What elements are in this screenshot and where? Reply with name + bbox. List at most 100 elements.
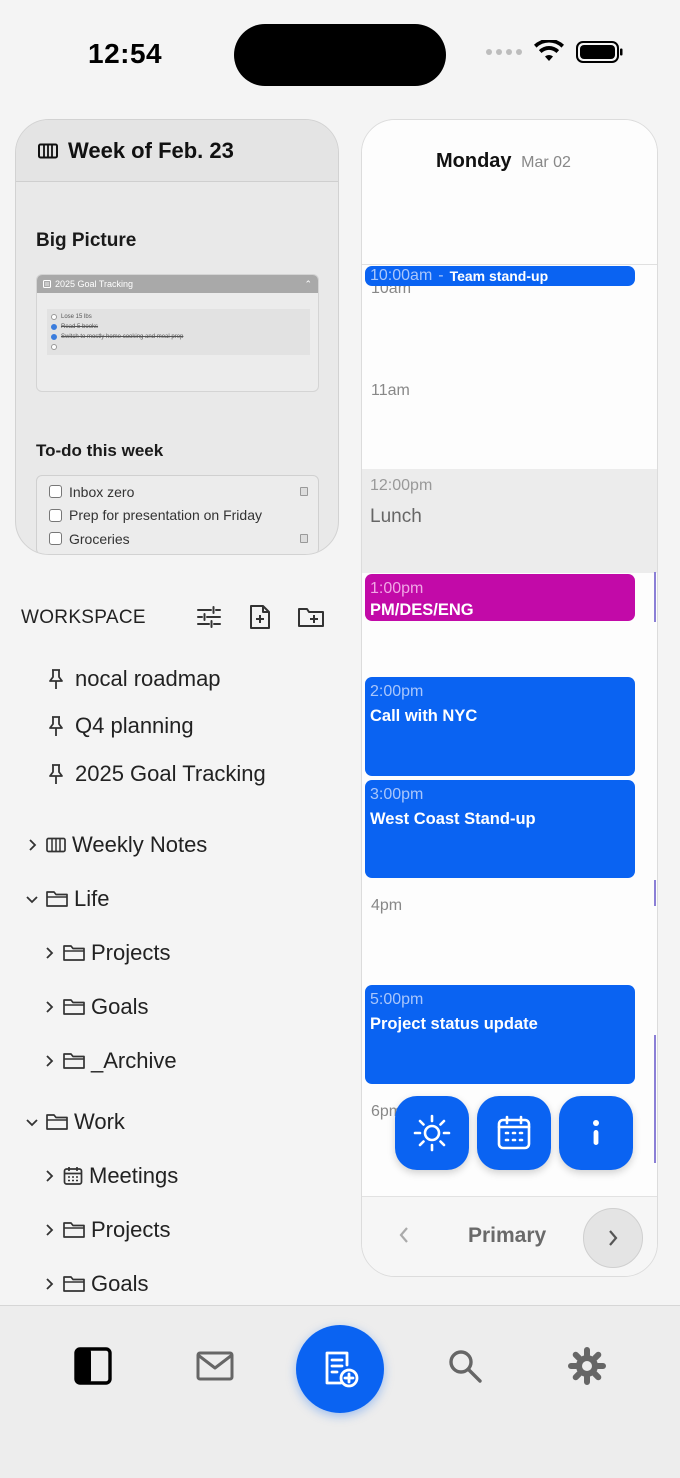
event-time: 1:00pm bbox=[370, 580, 424, 597]
tree-item-label: Weekly Notes bbox=[72, 832, 208, 857]
calendar-view-button[interactable] bbox=[477, 1096, 551, 1170]
tree-item-work-projects[interactable]: Projects bbox=[41, 1217, 170, 1243]
todo-item[interactable]: Prep for presentation on Friday bbox=[37, 504, 318, 528]
more-button[interactable] bbox=[559, 1096, 633, 1170]
tree-item-life-archive[interactable]: _Archive bbox=[41, 1048, 177, 1074]
event-title: Team stand-up bbox=[449, 268, 549, 284]
new-note-icon bbox=[325, 1351, 359, 1388]
overlap-indicator bbox=[654, 1035, 656, 1163]
next-calendar-button[interactable] bbox=[583, 1208, 643, 1268]
event-title: PM/DES/ENG bbox=[370, 601, 474, 619]
tree-item-label: Meetings bbox=[89, 1163, 179, 1188]
event-team-standup[interactable]: 10:00am - Team stand-up bbox=[365, 266, 635, 286]
checkbox[interactable] bbox=[51, 344, 57, 350]
tree-item-label: Projects bbox=[91, 1217, 171, 1242]
chevron-right-icon[interactable] bbox=[41, 945, 57, 961]
weekly-note-card[interactable]: Week of Feb. 23 Big Picture 2025 Goal Tr… bbox=[15, 119, 339, 555]
todo-item[interactable]: Groceries bbox=[37, 527, 318, 551]
pinned-item[interactable]: Q4 planning bbox=[47, 713, 194, 739]
list-item[interactable]: Switch to mostly home cooking and meal p… bbox=[51, 332, 306, 342]
columns-icon bbox=[46, 837, 66, 853]
checkbox[interactable] bbox=[49, 532, 62, 546]
tree-item-life-projects[interactable]: Projects bbox=[41, 940, 170, 966]
tab-settings[interactable] bbox=[567, 1346, 607, 1386]
tree-item-life[interactable]: Life bbox=[24, 886, 109, 912]
pinned-item-label: 2025 Goal Tracking bbox=[75, 761, 266, 786]
new-file-icon[interactable] bbox=[247, 603, 273, 631]
chevron-down-icon[interactable] bbox=[24, 891, 40, 907]
folder-icon bbox=[63, 1276, 85, 1292]
event-time: 2:00pm bbox=[370, 683, 424, 700]
chevron-right-icon[interactable] bbox=[41, 1053, 57, 1069]
overlap-indicator bbox=[654, 880, 656, 906]
event-pm-des-eng[interactable]: 1:00pm PM/DES/ENG bbox=[365, 574, 635, 621]
calendar-actions bbox=[395, 1096, 633, 1170]
tree-item-work[interactable]: Work bbox=[24, 1109, 125, 1135]
hour-label: 4pm bbox=[371, 897, 403, 914]
calendar-icon bbox=[497, 1115, 531, 1150]
tree-item-life-goals[interactable]: Goals bbox=[41, 994, 148, 1020]
pin-icon bbox=[49, 669, 63, 689]
chevron-up-icon[interactable]: ⌃ bbox=[304, 279, 312, 290]
tree-item-label: _Archive bbox=[91, 1048, 177, 1073]
filter-icon[interactable] bbox=[196, 603, 222, 631]
event-west-coast-standup[interactable]: 3:00pm West Coast Stand-up bbox=[365, 780, 635, 878]
workspace-actions bbox=[196, 603, 324, 631]
pin-icon bbox=[49, 716, 63, 736]
tree-item-weekly-notes[interactable]: Weekly Notes bbox=[24, 832, 207, 858]
today-button[interactable] bbox=[395, 1096, 469, 1170]
checkbox[interactable] bbox=[51, 314, 57, 320]
tab-search[interactable] bbox=[445, 1346, 485, 1386]
tree-item-label: Goals bbox=[91, 994, 149, 1019]
folder-icon bbox=[46, 891, 68, 907]
list-item[interactable]: Read 5 books bbox=[51, 322, 306, 332]
chevron-right-icon bbox=[609, 1230, 618, 1246]
event-call-nyc[interactable]: 2:00pm Call with NYC bbox=[365, 677, 635, 776]
pinned-item[interactable]: 2025 Goal Tracking bbox=[47, 761, 266, 787]
new-note-button[interactable] bbox=[296, 1325, 384, 1413]
list-item[interactable] bbox=[51, 342, 306, 352]
list-item[interactable]: Lose 15 lbs bbox=[51, 312, 306, 322]
status-time: 12:54 bbox=[88, 38, 163, 69]
folder-icon bbox=[63, 945, 85, 961]
checkbox[interactable] bbox=[51, 334, 57, 340]
chevron-right-icon[interactable] bbox=[41, 1222, 57, 1238]
tab-mail[interactable] bbox=[195, 1346, 235, 1386]
event-project-status[interactable]: 5:00pm Project status update bbox=[365, 985, 635, 1084]
embedded-checklist: Lose 15 lbs Read 5 books Switch to mostl… bbox=[47, 309, 310, 355]
tree-item-work-goals[interactable]: Goals bbox=[41, 1271, 148, 1297]
tree-item-label: Goals bbox=[91, 1271, 149, 1296]
event-lunch[interactable]: 12:00pm Lunch bbox=[362, 469, 657, 573]
embedded-note[interactable]: 2025 Goal Tracking ⌃ Lose 15 lbs Read 5 … bbox=[36, 274, 319, 392]
status-icons bbox=[486, 40, 624, 64]
chevron-left-icon bbox=[399, 1227, 408, 1243]
tree-item-label: Projects bbox=[91, 940, 171, 965]
weekly-note-header: Week of Feb. 23 bbox=[16, 120, 338, 182]
chevron-down-icon[interactable] bbox=[24, 1114, 40, 1130]
pinned-item[interactable]: nocal roadmap bbox=[47, 666, 221, 692]
tree-item-label: Work bbox=[74, 1109, 125, 1134]
calendar-header: Monday Mar 02 bbox=[362, 120, 657, 265]
checkbox[interactable] bbox=[49, 485, 62, 499]
new-folder-icon[interactable] bbox=[298, 603, 324, 631]
sidebar-icon bbox=[74, 1347, 112, 1385]
workspace-label: WORKSPACE bbox=[21, 607, 146, 628]
checkbox[interactable] bbox=[49, 508, 62, 522]
tree-item-work-meetings[interactable]: Meetings bbox=[41, 1163, 178, 1189]
chevron-right-icon[interactable] bbox=[41, 1168, 57, 1184]
calendar-name: Primary bbox=[468, 1224, 547, 1247]
todo-item[interactable]: Inbox zero bbox=[37, 480, 318, 504]
more-icon bbox=[593, 1120, 599, 1145]
previous-calendar-button[interactable] bbox=[396, 1224, 412, 1251]
pin-icon bbox=[49, 764, 63, 784]
hour-label: 11am bbox=[371, 382, 410, 399]
chevron-right-icon[interactable] bbox=[41, 1276, 57, 1292]
mail-icon bbox=[196, 1351, 234, 1381]
folder-icon bbox=[63, 1222, 85, 1238]
embedded-note-bar: 2025 Goal Tracking ⌃ bbox=[37, 275, 318, 293]
tab-sidebar[interactable] bbox=[73, 1346, 113, 1386]
chevron-right-icon[interactable] bbox=[41, 999, 57, 1015]
checkbox[interactable] bbox=[51, 324, 57, 330]
chevron-right-icon[interactable] bbox=[24, 837, 40, 853]
todo-list: Inbox zero Prep for presentation on Frid… bbox=[36, 475, 319, 554]
